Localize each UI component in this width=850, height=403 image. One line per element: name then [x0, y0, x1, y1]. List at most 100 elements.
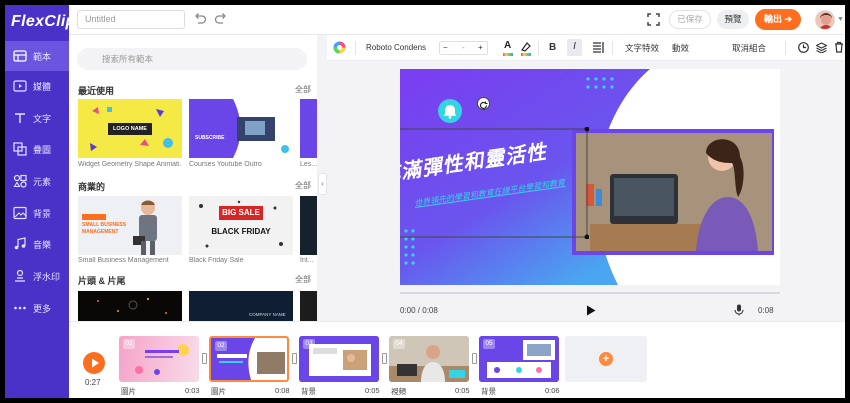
- color-wheel-icon[interactable]: [333, 41, 346, 54]
- template-caption: Courses Youtube Outro: [189, 161, 262, 168]
- undo-icon[interactable]: [193, 12, 207, 26]
- sidebar-item-label: 媒體: [33, 81, 52, 92]
- arrow-right-icon: ➔: [784, 14, 793, 24]
- avatar[interactable]: [815, 10, 835, 30]
- sidebar-item-templates[interactable]: 範本: [5, 41, 69, 71]
- timeline: 0:27 01 圖片 0:03 02 圖片 0:08 03 背景 0:05 04: [69, 321, 845, 398]
- sidebar-item-elements[interactable]: 元素: [5, 166, 69, 196]
- template-thumb[interactable]: LOGO NAME: [78, 99, 182, 158]
- transition-icon[interactable]: [382, 353, 387, 364]
- animation-button[interactable]: 動效: [672, 40, 689, 56]
- template-thumb[interactable]: [300, 99, 317, 158]
- layers-icon[interactable]: [816, 42, 827, 53]
- font-name: Roboto Condens: [366, 43, 427, 52]
- template-thumb[interactable]: COMPANY NAME: [189, 291, 293, 321]
- template-thumb[interactable]: SUBSCRIBE: [189, 99, 293, 158]
- see-all-link[interactable]: 全部: [295, 274, 311, 285]
- font-size-value[interactable]: -: [462, 42, 465, 54]
- rotate-icon: [479, 101, 488, 109]
- bold-button[interactable]: B: [549, 40, 556, 56]
- fullscreen-icon[interactable]: [647, 13, 660, 26]
- clip-number: 05: [483, 339, 495, 349]
- timeline-play-button[interactable]: [83, 352, 105, 374]
- sidebar-item-media[interactable]: 媒體: [5, 71, 69, 101]
- duration: 0:08: [758, 306, 774, 315]
- font-size-stepper[interactable]: − - +: [439, 41, 488, 55]
- sidebar-item-label: 浮水印: [33, 271, 61, 282]
- transition-icon[interactable]: [202, 353, 207, 364]
- see-all-link[interactable]: 全部: [295, 84, 311, 95]
- sidebar-item-label: 更多: [33, 303, 52, 314]
- scrubber-track[interactable]: [400, 292, 780, 294]
- italic-button[interactable]: I: [567, 39, 582, 56]
- see-all-link[interactable]: 全部: [295, 180, 311, 191]
- minus-icon[interactable]: −: [443, 42, 448, 54]
- template-thumb[interactable]: [300, 196, 317, 255]
- trash-icon[interactable]: [834, 41, 844, 53]
- thumb-text: COMPANY NAME: [249, 312, 286, 317]
- text-effects-button[interactable]: 文字特效: [625, 40, 659, 56]
- sidebar-item-music[interactable]: 音樂: [5, 229, 69, 259]
- timeline-clip-selected[interactable]: 02: [209, 336, 289, 382]
- chevron-down-icon[interactable]: ▼: [837, 16, 844, 23]
- section-title-intro-outro: 片頭 & 片尾: [78, 276, 126, 286]
- sidebar-item-more[interactable]: 更多: [5, 293, 69, 323]
- plus-icon: +: [599, 352, 613, 366]
- sidebar-item-watermark[interactable]: 浮水印: [5, 261, 69, 291]
- sidebar-item-overlay[interactable]: 疊圖: [5, 134, 69, 164]
- transition-icon[interactable]: [292, 353, 297, 364]
- section-title-business: 商業的: [78, 182, 106, 192]
- chevron-left-icon: ‹: [321, 179, 324, 188]
- timeline-clip[interactable]: 05: [479, 336, 559, 382]
- add-clip-button[interactable]: +: [565, 336, 647, 382]
- play-icon[interactable]: [586, 305, 596, 316]
- sidebar-item-text[interactable]: 文字: [5, 103, 69, 133]
- collapse-panel-button[interactable]: ‹: [318, 173, 327, 195]
- sidebar-item-label: 文字: [33, 113, 52, 124]
- clip-duration: 0:03: [185, 386, 200, 395]
- clip-number: 03: [303, 339, 315, 349]
- template-thumb[interactable]: [300, 291, 317, 321]
- preview-button[interactable]: 預覽: [717, 10, 749, 29]
- divider: [538, 41, 539, 55]
- template-caption: Widget Geometry Shape Animati...: [78, 161, 182, 168]
- total-time: 0:27: [85, 378, 101, 387]
- project-title-input[interactable]: Untitled: [77, 10, 185, 29]
- clip-number: 04: [393, 339, 405, 349]
- thumb-text: SMALL BUSINESS MANAGEMENT: [82, 222, 127, 235]
- align-icon[interactable]: [593, 42, 604, 53]
- sidebar-item-label: 背景: [33, 208, 52, 219]
- media-icon: [13, 79, 27, 93]
- timeline-clip[interactable]: 01: [119, 336, 199, 382]
- microphone-icon[interactable]: [734, 304, 744, 316]
- clip-type: 背景: [481, 387, 496, 396]
- search-input[interactable]: 搜索所有範本: [77, 48, 307, 70]
- timeline-clip[interactable]: 04: [389, 336, 469, 382]
- sidebar-item-background[interactable]: 背景: [5, 198, 69, 228]
- timeline-clip[interactable]: 03: [299, 336, 379, 382]
- text-toolbar: Roboto Condens ⌄ − - + A B I 文字特效 動效 取消組…: [327, 35, 845, 68]
- divider: [785, 41, 786, 55]
- sidebar-item-label: 音樂: [33, 239, 52, 250]
- export-button[interactable]: 輸出 ➔: [755, 9, 801, 30]
- rotate-handle[interactable]: [477, 97, 490, 110]
- editor-workspace: 充滿彈性和靈活性 世界領先的學習和教育在線平台學習和教育 0:00 / 0:08…: [327, 61, 845, 321]
- thumb-text-secondary: BLACK FRIDAY: [211, 227, 271, 236]
- clock-icon[interactable]: [798, 42, 809, 53]
- template-thumb[interactable]: SMALL BUSINESS MANAGEMENT: [78, 196, 182, 255]
- logo: FlexClip: [11, 13, 76, 30]
- video-canvas[interactable]: 充滿彈性和靈活性 世界領先的學習和教育在線平台學習和教育: [400, 69, 780, 285]
- highlight-color-icon[interactable]: [520, 40, 532, 56]
- text-color-icon[interactable]: A: [502, 40, 514, 56]
- clip-number: 01: [123, 339, 135, 349]
- template-thumb[interactable]: [78, 291, 182, 321]
- background-icon: [13, 206, 27, 220]
- plus-icon[interactable]: +: [478, 42, 483, 54]
- transition-icon[interactable]: [472, 353, 477, 364]
- redo-icon[interactable]: [214, 12, 228, 26]
- clip-type: 背景: [301, 387, 316, 396]
- ungroup-button[interactable]: 取消組合: [732, 40, 766, 56]
- clip-duration: 0:06: [545, 386, 560, 395]
- template-thumb[interactable]: BIG SALE BLACK FRIDAY: [189, 196, 293, 255]
- template-caption: Int...: [300, 257, 314, 264]
